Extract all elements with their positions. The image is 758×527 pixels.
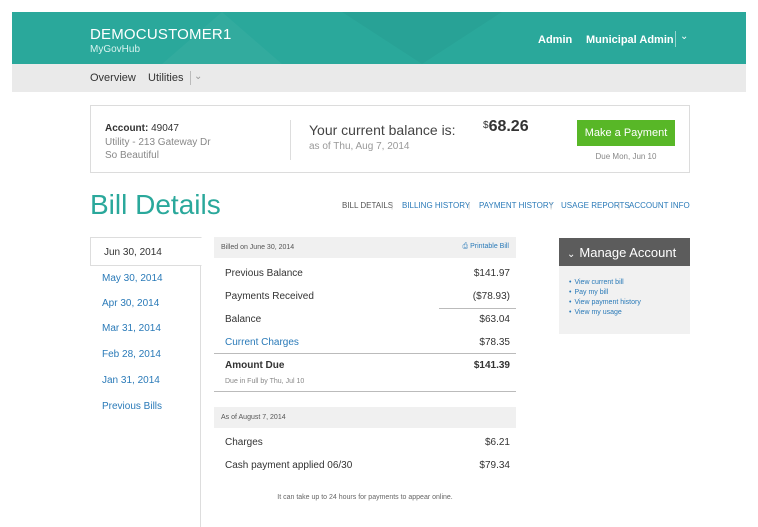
account-address-line1: Utility - 213 Gateway Dr xyxy=(105,137,211,148)
tab-divider: | xyxy=(550,201,553,210)
printable-bill-link[interactable]: ⎙ Printable Bill xyxy=(463,243,509,251)
due-date: Due Mon, Jun 10 xyxy=(595,152,657,161)
view-payment-history-link[interactable]: • View payment history xyxy=(569,298,641,308)
tab-account-info[interactable]: ACCOUNT INFO xyxy=(629,201,690,210)
current-charges-link[interactable]: Current Charges xyxy=(225,337,299,348)
row-label: Balance xyxy=(225,314,262,325)
admin-link[interactable]: Admin xyxy=(538,34,572,46)
row-value: $78.35 xyxy=(479,337,510,348)
balance-label: Your current balance is: xyxy=(309,122,456,138)
row-value: ($78.93) xyxy=(472,291,510,302)
manage-account-header[interactable]: ⌄ Manage Account xyxy=(559,238,690,266)
view-current-bill-link[interactable]: • View current bill xyxy=(569,278,641,288)
date-item[interactable]: May 30, 2014 xyxy=(102,273,163,284)
tab-divider: | xyxy=(618,201,621,210)
top-header: DEMOCUSTOMER1 MyGovHub Admin Municipal A… xyxy=(12,12,746,64)
bill-date-list: Jun 30, 2014 May 30, 2014 Apr 30, 2014 M… xyxy=(90,237,202,527)
date-item[interactable]: Apr 30, 2014 xyxy=(102,298,159,309)
row-label: Payments Received xyxy=(225,291,314,302)
row-value: $79.34 xyxy=(479,460,510,471)
row-value: $63.04 xyxy=(479,314,510,325)
printer-icon: ⎙ xyxy=(462,243,469,250)
tab-divider: | xyxy=(468,201,471,210)
manage-account-panel: ⌄ Manage Account • View current bill • Pay … xyxy=(559,238,690,334)
billed-on: Billed on June 30, 2014 xyxy=(221,244,295,251)
header-decoration xyxy=(342,12,502,64)
as-of-header: As of August 7, 2014 xyxy=(214,407,516,428)
chevron-down-icon[interactable]: ⌄ xyxy=(680,31,688,42)
previous-bills-link[interactable]: Previous Bills xyxy=(102,401,162,412)
nav-overview[interactable]: Overview xyxy=(90,72,136,84)
chevron-down-icon: ⌄ xyxy=(567,249,576,260)
header-divider xyxy=(675,31,676,47)
make-payment-button[interactable]: Make a Payment xyxy=(577,120,675,146)
page-title: Bill Details xyxy=(90,189,221,220)
municipal-admin-menu[interactable]: Municipal Admin xyxy=(586,34,674,46)
manage-account-links: • View current bill • Pay my bill • View pa… xyxy=(569,278,641,318)
date-item[interactable]: Jan 31, 2014 xyxy=(102,375,160,386)
payment-delay-note: It can take up to 24 hours for payments … xyxy=(277,494,453,501)
row-label: Charges xyxy=(225,437,263,448)
date-item[interactable]: Mar 31, 2014 xyxy=(102,323,161,334)
pay-my-bill-link[interactable]: • Pay my bill xyxy=(569,288,641,298)
account-address-line2: So Beautiful xyxy=(105,150,159,161)
amount-due-value: $141.39 xyxy=(473,360,510,371)
tab-payment-history[interactable]: PAYMENT HISTORY xyxy=(479,201,554,210)
tab-billing-history[interactable]: BILLING HISTORY xyxy=(402,201,470,210)
tab-bill-details[interactable]: BILL DETAILS xyxy=(342,201,393,210)
as-of-date: As of August 7, 2014 xyxy=(221,414,286,421)
divider xyxy=(290,120,291,160)
nav-divider xyxy=(190,71,191,85)
date-item[interactable]: Feb 28, 2014 xyxy=(102,349,161,360)
brand-subtitle: MyGovHub xyxy=(90,44,141,55)
bill-header: Billed on June 30, 2014 ⎙ Printable Bill xyxy=(214,237,516,258)
sub-navigation: Overview Utilities ⌄ xyxy=(12,64,746,92)
account-number: Account: 49047 xyxy=(105,123,179,134)
amount-due-note: Due in Full by Thu, Jul 10 xyxy=(225,378,305,385)
brand-title[interactable]: DEMOCUSTOMER1 xyxy=(90,26,232,43)
nav-utilities[interactable]: Utilities xyxy=(148,72,183,84)
total-rule xyxy=(214,353,516,354)
tab-divider: | xyxy=(391,201,394,210)
row-label: Cash payment applied 06/30 xyxy=(225,460,353,471)
section-rule xyxy=(214,391,516,392)
row-value: $6.21 xyxy=(484,437,510,448)
view-my-usage-link[interactable]: • View my usage xyxy=(569,308,641,318)
row-label: Previous Balance xyxy=(225,268,303,279)
amount-due-label: Amount Due xyxy=(225,360,285,371)
balance-as-of: as of Thu, Aug 7, 2014 xyxy=(309,141,410,152)
date-item-active[interactable]: Jun 30, 2014 xyxy=(90,237,202,266)
row-value: $141.97 xyxy=(473,268,510,279)
balance-amount: $68.26 xyxy=(483,118,529,135)
chevron-down-icon[interactable]: ⌄ xyxy=(194,71,202,82)
subtotal-rule xyxy=(439,308,516,309)
account-summary: Account: 49047 Utility - 213 Gateway Dr … xyxy=(90,105,690,173)
